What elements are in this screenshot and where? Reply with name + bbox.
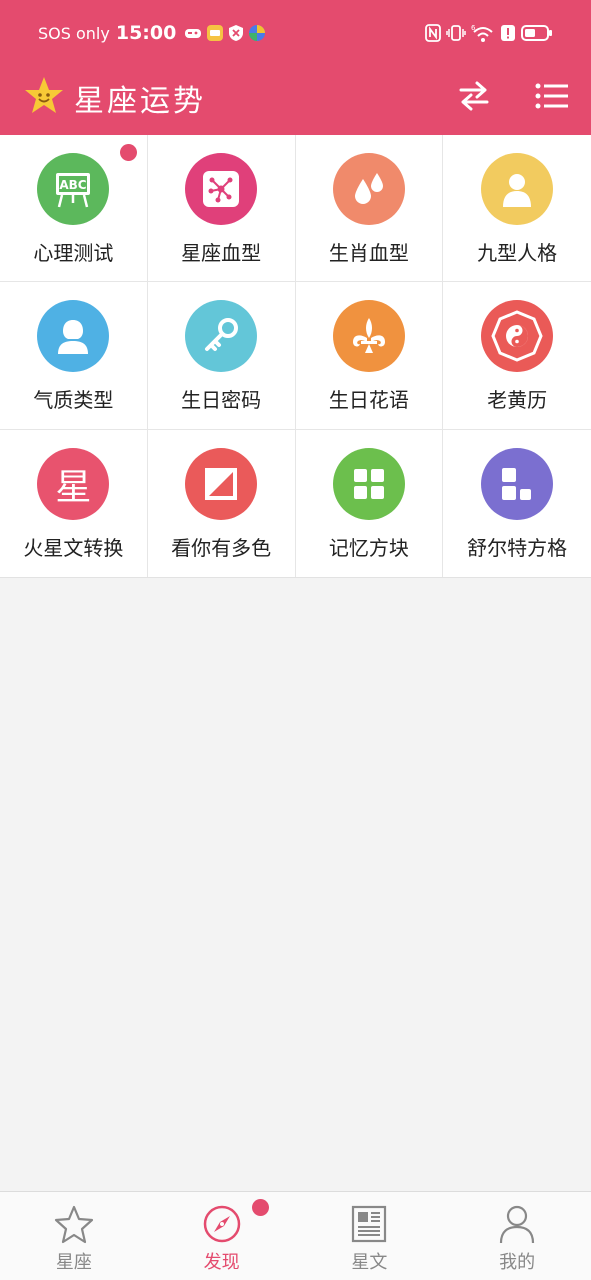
shield-icon (229, 25, 244, 41)
grid-item-almanac[interactable]: 老黄历 (443, 282, 591, 430)
color-square-icon (185, 447, 258, 520)
vibrate-icon (446, 25, 466, 41)
grid-item-birthday-code[interactable]: 生日密码 (147, 282, 296, 430)
grid-item-label: 星座血型 (181, 241, 262, 265)
grid-item-label: 看你有多色 (171, 535, 272, 560)
abc-board-icon: ABC (37, 153, 110, 225)
grid-item-label: 老黄历 (487, 388, 548, 413)
woman-icon (37, 300, 110, 373)
wifi-icon: 6 (471, 24, 493, 42)
svg-text:ABC: ABC (60, 178, 87, 192)
nav-item-label: 发现 (203, 1252, 240, 1273)
grid-item-label: 心理测试 (33, 241, 114, 265)
xing-glyph: 星 (55, 466, 92, 508)
clock: 15:00 (115, 22, 177, 44)
grid-item-temperament[interactable]: 气质类型 (0, 282, 148, 430)
grid-item-color-test[interactable]: 看你有多色 (148, 429, 296, 577)
constellation-icon (185, 153, 258, 225)
grid-item-label: 九型人格 (477, 241, 558, 265)
nav-item-label: 星座 (55, 1252, 92, 1273)
swap-arrows-icon (459, 81, 489, 111)
nfc-icon (425, 24, 441, 42)
menu-button[interactable] (530, 76, 574, 116)
app-bar: 星座运势 (0, 66, 591, 135)
nav-item-profile[interactable]: 我的 (443, 1192, 591, 1280)
grid-item-label: 生日花语 (328, 388, 409, 413)
grid-item-constellation-blood[interactable]: 星座血型 (147, 135, 296, 283)
grid-item-label: 生肖血型 (328, 241, 409, 265)
grid-item-label: 生日密码 (181, 388, 262, 413)
bagua-icon (481, 300, 554, 373)
alert-icon (501, 25, 515, 41)
bottom-nav: 星座 发现 星文 我的 (0, 1191, 591, 1280)
browser-app-icon (249, 25, 266, 41)
smiling-star-logo-icon (25, 77, 63, 113)
grid-item-label: 气质类型 (33, 388, 114, 413)
game-controller-icon (185, 29, 202, 38)
grid-item-martian-convert[interactable]: 星 火星文转换 (0, 429, 148, 577)
key-icon (185, 300, 258, 373)
app-title: 星座运势 (74, 84, 206, 119)
person-icon (481, 153, 554, 225)
newspaper-icon (352, 1205, 387, 1243)
wallet-app-icon (207, 25, 224, 41)
header: SOS only 15:00 6 星座运势 (0, 0, 591, 135)
blood-drops-icon (332, 153, 405, 225)
grid-item-label: 火星文转换 (23, 535, 124, 560)
nav-item-label: 我的 (499, 1252, 536, 1273)
grid-item-schulte-grid[interactable]: 舒尔特方格 (443, 430, 591, 577)
nav-item-label: 星文 (351, 1252, 388, 1273)
grid-item-birthday-flower[interactable]: 生日花语 (295, 282, 444, 430)
compass-icon (203, 1205, 240, 1243)
feature-grid: ABC 心理测试 星座血型 生肖血型 九型人格 气质类型 生日密码 生日花语 老… (0, 135, 591, 578)
grid-item-label: 舒尔特方格 (467, 535, 568, 560)
nav-item-articles[interactable]: 星文 (296, 1192, 444, 1280)
nav-item-discover[interactable]: 发现 (148, 1192, 296, 1280)
grid-item-label: 记忆方块 (328, 535, 409, 560)
grid-item-psychology-test[interactable]: ABC 心理测试 (0, 135, 148, 283)
carrier-text: SOS only (38, 23, 110, 43)
grid-item-memory-blocks[interactable]: 记忆方块 (296, 429, 444, 577)
star-outline-icon (54, 1205, 93, 1244)
four-blocks-icon (332, 447, 405, 520)
battery-icon (521, 25, 552, 41)
grid-item-enneagram[interactable]: 九型人格 (443, 135, 591, 283)
status-bar: SOS only 15:00 6 (0, 0, 591, 66)
xing-char-icon: 星 (37, 447, 110, 520)
fleur-de-lis-icon (332, 300, 405, 373)
new-badge (120, 144, 137, 161)
grid-item-zodiac-blood[interactable]: 生肖血型 (295, 135, 444, 283)
new-badge (251, 1199, 269, 1216)
schulte-blocks-icon (481, 447, 554, 520)
list-menu-icon (535, 83, 568, 109)
switch-button[interactable] (452, 76, 496, 116)
user-icon (500, 1205, 535, 1244)
nav-item-constellation[interactable]: 星座 (0, 1192, 148, 1280)
